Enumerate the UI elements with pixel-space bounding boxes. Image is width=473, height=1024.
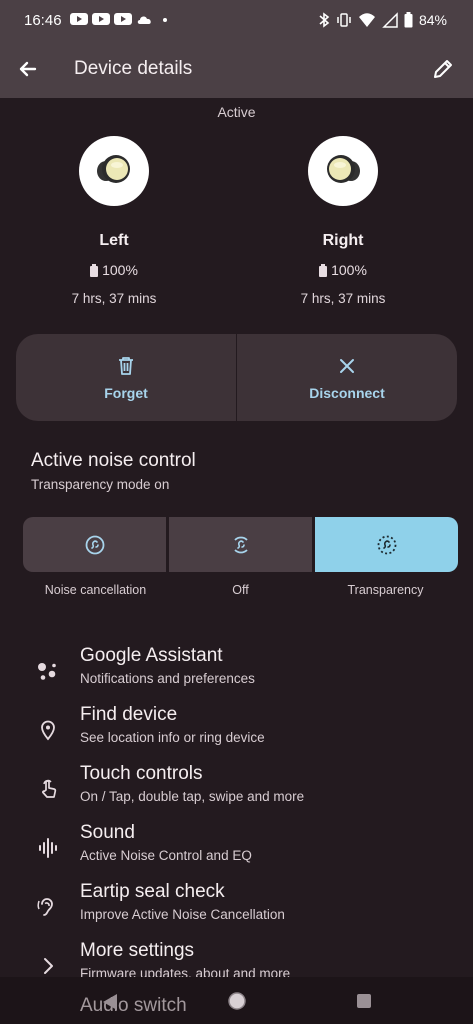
ear-icon bbox=[37, 898, 53, 916]
chevron-right-icon bbox=[44, 958, 53, 974]
left-earbud: Left 100% 7 hrs, 37 mins bbox=[34, 136, 194, 306]
touch-controls-setting[interactable]: Touch controls On / Tap, double tap, swi… bbox=[0, 763, 473, 819]
nav-home-icon[interactable] bbox=[227, 991, 247, 1011]
setting-subtitle: Notifications and preferences bbox=[80, 671, 255, 686]
battery-icon bbox=[404, 12, 413, 28]
disconnect-button[interactable]: Disconnect bbox=[237, 334, 457, 421]
setting-subtitle: Improve Active Noise Cancellation bbox=[80, 907, 285, 922]
off-option[interactable] bbox=[169, 517, 312, 572]
right-earbud-time: 7 hrs, 37 mins bbox=[300, 291, 386, 306]
left-earbud-name: Left bbox=[99, 232, 129, 249]
forget-button[interactable]: Forget bbox=[16, 334, 236, 421]
wifi-icon bbox=[358, 13, 375, 27]
left-earbud-battery: 100% bbox=[34, 262, 194, 278]
right-earbud-name: Right bbox=[322, 232, 364, 249]
setting-title: Eartip seal check bbox=[80, 881, 225, 902]
youtube-icon bbox=[92, 13, 110, 25]
setting-title: More settings bbox=[80, 940, 195, 961]
battery-icon bbox=[90, 263, 99, 277]
nav-recents-icon[interactable] bbox=[355, 992, 373, 1010]
anc-off-icon bbox=[233, 536, 248, 553]
back-arrow-icon[interactable] bbox=[14, 55, 42, 83]
transparency-label: Transparency bbox=[347, 583, 424, 597]
touch-icon bbox=[42, 779, 57, 798]
trash-icon bbox=[119, 356, 133, 375]
screen: 16:46 84% Device details Active Left 100… bbox=[0, 0, 473, 1024]
anc-title: Active noise control bbox=[31, 450, 196, 471]
transparency-icon bbox=[377, 535, 396, 554]
dot-icon bbox=[163, 18, 167, 22]
device-actions: Forget Disconnect bbox=[16, 334, 457, 421]
forget-label: Forget bbox=[104, 384, 148, 401]
sound-setting[interactable]: Sound Active Noise Control and EQ bbox=[0, 822, 473, 878]
page-title: Device details bbox=[74, 58, 193, 79]
noise-cancellation-icon bbox=[85, 535, 104, 554]
location-pin-icon bbox=[41, 720, 55, 741]
app-bar: Device details bbox=[0, 40, 473, 98]
status-bar: 16:46 84% bbox=[0, 0, 473, 40]
right-earbud-image bbox=[308, 136, 378, 206]
connection-state: Active bbox=[217, 104, 256, 120]
right-earbud: Right 100% 7 hrs, 37 mins bbox=[263, 136, 423, 306]
setting-title: Google Assistant bbox=[80, 645, 223, 666]
noise-cancellation-option[interactable] bbox=[23, 517, 166, 572]
setting-title: Touch controls bbox=[80, 763, 203, 784]
right-battery-level: 100% bbox=[331, 262, 367, 278]
anc-mode-selector bbox=[23, 517, 458, 572]
google-assistant-setting[interactable]: Google Assistant Notifications and prefe… bbox=[0, 645, 473, 701]
setting-title: Sound bbox=[80, 822, 135, 843]
left-earbud-time: 7 hrs, 37 mins bbox=[71, 291, 157, 306]
audio-switch-setting[interactable]: Audio switch bbox=[80, 995, 187, 1017]
status-time: 16:46 bbox=[24, 12, 62, 29]
anc-option-labels: Noise cancellation Off Transparency bbox=[23, 583, 458, 597]
setting-title: Find device bbox=[80, 704, 178, 725]
notification-icons bbox=[70, 12, 172, 26]
anc-subtitle: Transparency mode on bbox=[31, 477, 170, 492]
edit-pencil-icon[interactable] bbox=[429, 55, 457, 83]
battery-icon bbox=[319, 263, 328, 277]
nav-back-icon[interactable] bbox=[100, 992, 120, 1012]
left-earbud-image bbox=[79, 136, 149, 206]
left-battery-level: 100% bbox=[102, 262, 138, 278]
find-device-setting[interactable]: Find device See location info or ring de… bbox=[0, 704, 473, 760]
signal-icon bbox=[382, 12, 398, 28]
right-earbud-battery: 100% bbox=[263, 262, 423, 278]
close-icon bbox=[340, 358, 354, 373]
vibrate-icon bbox=[337, 13, 351, 27]
assistant-icon bbox=[38, 663, 56, 680]
setting-subtitle: See location info or ring device bbox=[80, 730, 265, 745]
eartip-seal-check-setting[interactable]: Eartip seal check Improve Active Noise C… bbox=[0, 881, 473, 937]
youtube-icon bbox=[70, 13, 88, 25]
transparency-option[interactable] bbox=[315, 517, 458, 572]
bluetooth-icon bbox=[319, 12, 330, 28]
setting-subtitle: On / Tap, double tap, swipe and more bbox=[80, 789, 305, 804]
setting-subtitle: Active Noise Control and EQ bbox=[80, 848, 252, 863]
off-label: Off bbox=[232, 583, 249, 597]
noise-cancellation-label: Noise cancellation bbox=[44, 583, 147, 597]
cloud-icon bbox=[137, 16, 151, 24]
sound-wave-icon bbox=[39, 838, 57, 858]
youtube-icon bbox=[114, 13, 132, 25]
status-right: 84% bbox=[318, 12, 447, 28]
disconnect-label: Disconnect bbox=[309, 384, 385, 401]
status-battery: 84% bbox=[418, 12, 447, 28]
